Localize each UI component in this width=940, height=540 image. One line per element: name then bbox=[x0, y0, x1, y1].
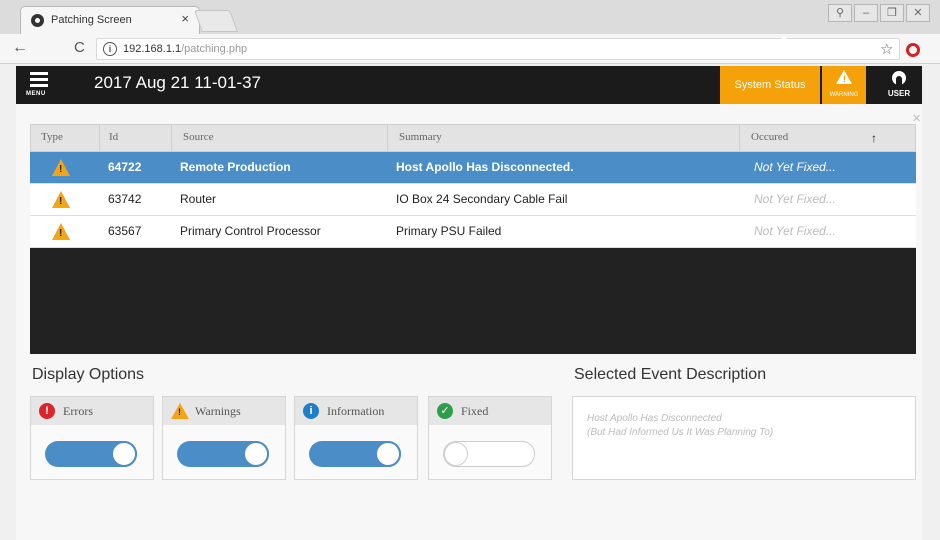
description-line: (But Had Informed Us It Was Planning To) bbox=[587, 427, 774, 438]
user-icon bbox=[892, 71, 906, 85]
option-information: i Information bbox=[294, 396, 418, 480]
tab-title: Patching Screen bbox=[51, 14, 132, 26]
fixed-toggle[interactable] bbox=[443, 441, 535, 467]
col-occured[interactable]: Occured bbox=[751, 131, 788, 143]
option-warnings: ! Warnings bbox=[162, 396, 286, 480]
option-errors: ! Errors bbox=[30, 396, 154, 480]
col-type[interactable]: Type bbox=[41, 131, 63, 143]
selected-event-title: Selected Event Description bbox=[574, 366, 767, 383]
row-summary: Host Apollo Has Disconnected. bbox=[396, 160, 574, 174]
url-text: 192.168.1.1/patching.php bbox=[123, 43, 248, 55]
row-occured: Not Yet Fixed... bbox=[754, 160, 836, 174]
warning-button[interactable]: ! WARNING bbox=[822, 66, 866, 104]
row-summary: IO Box 24 Secondary Cable Fail bbox=[396, 192, 568, 206]
row-occured: Not Yet Fixed... bbox=[754, 192, 836, 206]
extension-icon[interactable] bbox=[906, 43, 920, 57]
events-table: Type Id Source Summary Occured ↑ ! 64722… bbox=[30, 124, 916, 354]
new-tab-button[interactable] bbox=[193, 10, 239, 32]
col-id[interactable]: Id bbox=[109, 131, 118, 143]
sort-arrow-icon[interactable]: ↑ bbox=[871, 131, 877, 145]
row-occured: Not Yet Fixed... bbox=[754, 224, 836, 238]
bookmark-star-icon[interactable]: ☆ bbox=[880, 40, 893, 58]
warnings-toggle[interactable] bbox=[177, 441, 269, 467]
info-icon: i bbox=[303, 403, 319, 419]
status-caret bbox=[776, 36, 792, 44]
description-line: Host Apollo Has Disconnected bbox=[587, 413, 722, 424]
check-icon: ✓ bbox=[437, 403, 453, 419]
row-id: 63567 bbox=[108, 224, 142, 238]
col-summary[interactable]: Summary bbox=[399, 131, 442, 143]
option-label: Warnings bbox=[195, 404, 241, 418]
address-bar: ← C i 192.168.1.1/patching.php ☆ bbox=[0, 34, 940, 64]
hamburger-icon bbox=[30, 72, 48, 75]
menu-label: MENU bbox=[26, 91, 46, 97]
window-controls: ⚲ – ❐ ✕ bbox=[828, 4, 930, 22]
minimize-icon[interactable]: – bbox=[854, 4, 878, 22]
option-label: Fixed bbox=[461, 404, 489, 418]
back-arrow-icon[interactable]: ← bbox=[12, 39, 28, 57]
option-label: Information bbox=[327, 404, 385, 418]
user-button[interactable]: USER bbox=[882, 69, 916, 101]
row-summary: Primary PSU Failed bbox=[396, 224, 502, 238]
table-header: Type Id Source Summary Occured ↑ bbox=[30, 124, 916, 153]
row-source: Router bbox=[180, 192, 217, 206]
profile-icon[interactable]: ⚲ bbox=[828, 4, 852, 22]
favicon-icon bbox=[31, 14, 44, 27]
browser-tabstrip: Patching Screen × ⚲ – ❐ ✕ bbox=[0, 0, 940, 34]
display-options-title: Display Options bbox=[32, 366, 145, 383]
option-label: Errors bbox=[63, 404, 93, 418]
reload-icon[interactable]: C bbox=[74, 39, 85, 56]
close-window-icon[interactable]: ✕ bbox=[906, 4, 930, 22]
row-id: 64722 bbox=[108, 160, 142, 174]
table-row[interactable]: ! 64722 Remote Production Host Apollo Ha… bbox=[30, 152, 916, 184]
close-tab-icon[interactable]: × bbox=[181, 11, 189, 26]
row-id: 63742 bbox=[108, 192, 142, 206]
app-header: MENU 2017 Aug 21 11-01-37 System Status … bbox=[16, 66, 922, 104]
user-label: USER bbox=[887, 89, 911, 98]
info-icon[interactable]: i bbox=[103, 42, 117, 56]
menu-button[interactable]: MENU bbox=[24, 70, 60, 100]
warning-label: WARNING bbox=[829, 92, 859, 98]
option-fixed: ✓ Fixed bbox=[428, 396, 552, 480]
event-description-box: Host Apollo Has Disconnected (But Had In… bbox=[572, 396, 916, 480]
system-status-button[interactable]: System Status bbox=[720, 66, 820, 104]
browser-tab[interactable]: Patching Screen × bbox=[20, 6, 200, 34]
error-icon: ! bbox=[39, 403, 55, 419]
row-source: Remote Production bbox=[180, 160, 291, 174]
maximize-icon[interactable]: ❐ bbox=[880, 4, 904, 22]
col-source[interactable]: Source bbox=[183, 131, 214, 143]
table-row[interactable]: ! 63567 Primary Control Processor Primar… bbox=[30, 216, 916, 248]
row-source: Primary Control Processor bbox=[180, 224, 321, 238]
datetime-display: 2017 Aug 21 11-01-37 bbox=[94, 73, 261, 92]
table-row[interactable]: ! 63742 Router IO Box 24 Secondary Cable… bbox=[30, 184, 916, 216]
information-toggle[interactable] bbox=[309, 441, 401, 467]
errors-toggle[interactable] bbox=[45, 441, 137, 467]
